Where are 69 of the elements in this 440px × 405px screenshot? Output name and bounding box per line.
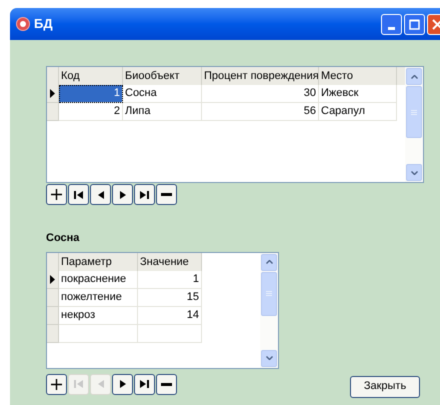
detail-title: Сосна (46, 231, 80, 246)
navigator-button[interactable] (112, 184, 133, 205)
close-icon (432, 18, 440, 30)
table-cell: Ижевск (319, 85, 397, 103)
prior-record-icon (98, 380, 104, 388)
grip-icon (411, 110, 417, 114)
navigator-button[interactable] (90, 184, 111, 205)
minus-icon (161, 382, 172, 386)
table-cell: 1 (138, 270, 202, 288)
table-cell: 15 (138, 288, 202, 306)
chevron-down-icon (410, 170, 418, 174)
header-corner (47, 252, 59, 270)
row-selector[interactable] (47, 85, 59, 103)
navigator-button[interactable] (68, 184, 89, 205)
navigator-button[interactable] (112, 374, 133, 394)
minimize-button[interactable] (381, 14, 402, 34)
scroll-down-button[interactable] (406, 164, 422, 181)
column-header[interactable]: Место (319, 67, 397, 85)
vertical-scrollbar[interactable] (260, 252, 278, 368)
table-cell: 1 (59, 85, 123, 103)
table-cell: некроз (59, 306, 138, 324)
maximize-icon (409, 18, 420, 30)
close-dialog-button[interactable]: Закрыть (350, 376, 420, 398)
vertical-scrollbar[interactable] (405, 67, 423, 182)
navigator-button[interactable] (134, 184, 155, 205)
table-cell: 2 (59, 103, 123, 121)
next-record-icon (120, 190, 126, 198)
plus-icon (51, 189, 62, 200)
minus-icon (161, 193, 172, 196)
chevron-down-icon (266, 356, 272, 360)
scroll-thumb[interactable] (406, 86, 422, 138)
minimize-icon (388, 26, 395, 30)
prior-record-icon (98, 190, 104, 198)
navigator-button[interactable] (46, 184, 67, 205)
last-record-icon (140, 380, 149, 388)
row-selector[interactable] (47, 270, 59, 288)
column-header[interactable]: Биообъект (123, 67, 202, 85)
first-record-icon (74, 380, 83, 388)
column-header[interactable]: Процент повреждения (202, 67, 319, 85)
column-header[interactable]: Параметр (59, 252, 138, 270)
scroll-up-button[interactable] (406, 68, 422, 85)
table-cell: Сарапул (319, 103, 397, 121)
grip-icon (266, 291, 272, 296)
navigator-button[interactable] (156, 374, 177, 394)
scroll-up-button[interactable] (261, 254, 277, 270)
window-title: БД (34, 15, 53, 34)
table-cell: 56 (202, 103, 319, 121)
next-record-icon (120, 380, 126, 388)
current-row-icon (50, 89, 55, 98)
chevron-up-icon (266, 260, 272, 264)
navigator-button[interactable] (46, 374, 67, 394)
table-cell: 14 (138, 306, 202, 324)
scroll-down-button[interactable] (261, 350, 277, 366)
table-cell: 30 (202, 85, 319, 103)
last-record-icon (140, 190, 149, 198)
plus-icon (51, 378, 62, 390)
navigator-button[interactable] (156, 184, 177, 205)
table-cell: Сосна (123, 85, 202, 103)
first-record-icon (74, 190, 83, 198)
column-header[interactable]: Значение (138, 252, 202, 270)
navigator-button[interactable] (134, 374, 155, 394)
chevron-up-icon (410, 74, 418, 78)
scroll-thumb[interactable] (261, 272, 277, 316)
table-cell: Липа (123, 103, 202, 121)
maximize-button[interactable] (404, 14, 425, 34)
app-icon (16, 17, 30, 31)
table-cell: пожелтение (59, 288, 138, 306)
current-row-icon (50, 274, 55, 284)
table-cell: покраснение (59, 270, 138, 288)
